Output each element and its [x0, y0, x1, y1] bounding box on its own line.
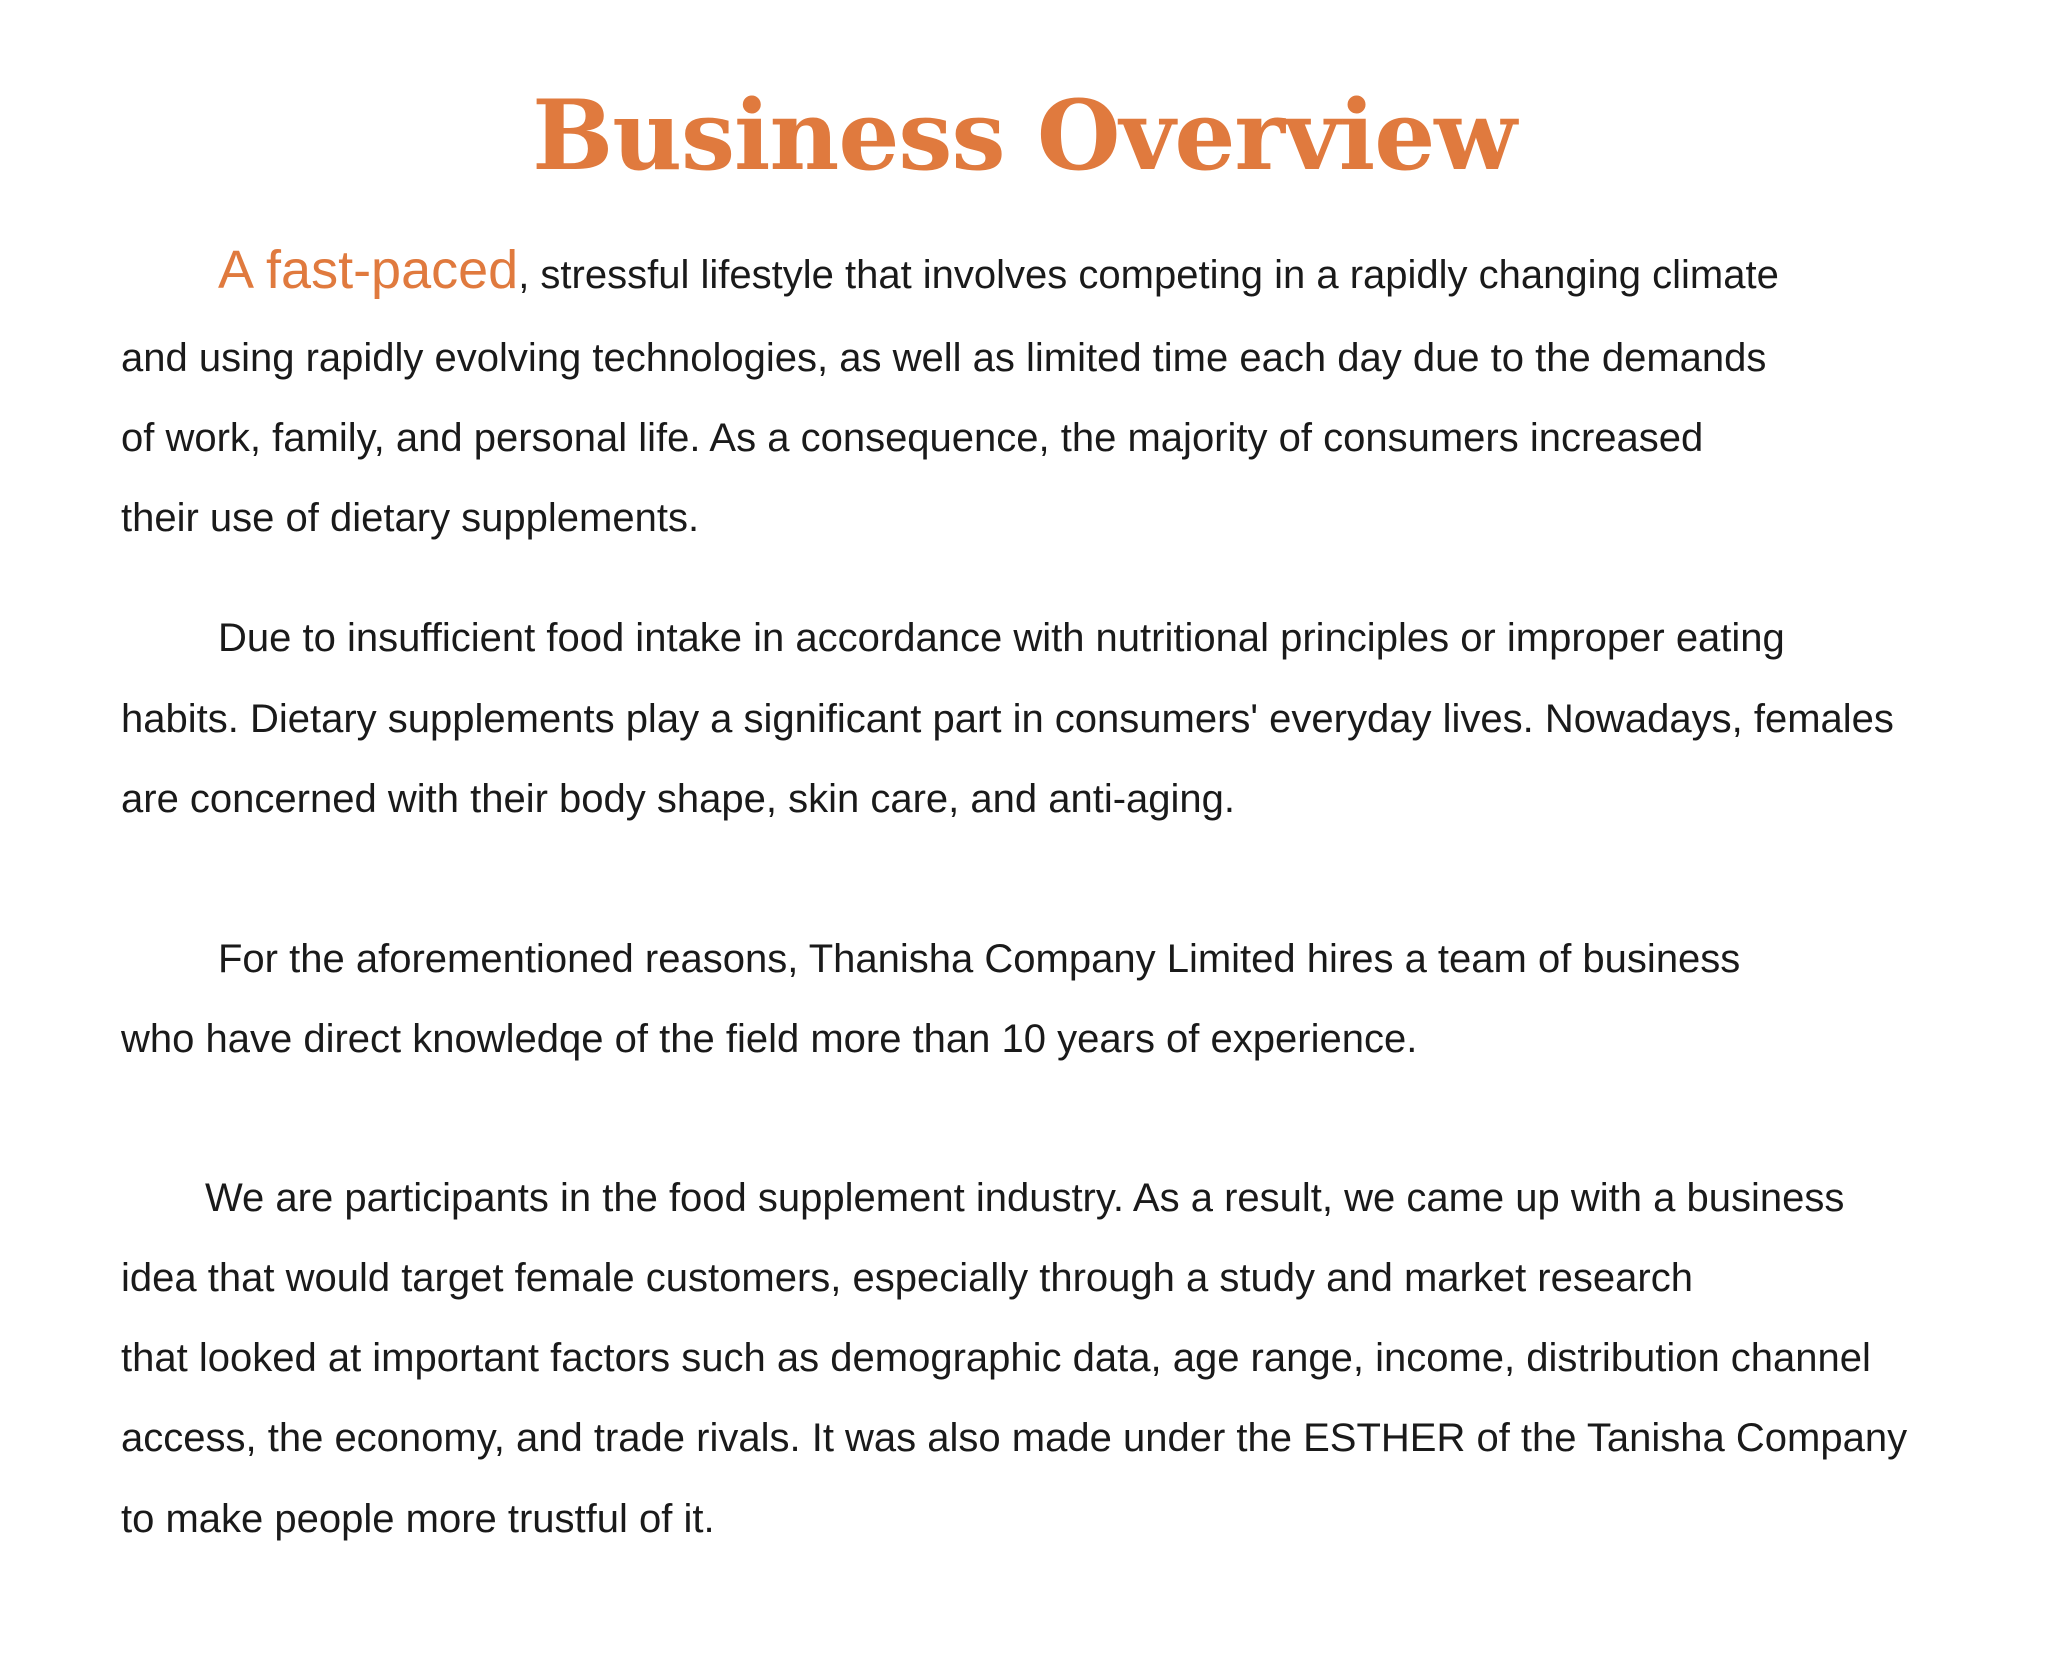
paragraph-2-line-1: Due to insufficient food intake in accor…: [218, 616, 1785, 660]
paragraph-4-line-4: access, the economy, and trade rivals. I…: [121, 1416, 1908, 1460]
paragraph-4-line-5: to make people more trustful of it.: [121, 1497, 715, 1541]
paragraph-3-line-1: For the aforementioned reasons, Thanisha…: [218, 937, 1741, 981]
paragraph-3-line-2: who have direct knowledqe of the field m…: [121, 1017, 1418, 1061]
document-page: Business Overview A fast-paced, stressfu…: [0, 0, 2048, 1654]
paragraph-1-line-1: A fast-paced, stressful lifestyle that i…: [218, 243, 1779, 297]
page-title: Business Overview: [532, 79, 1517, 192]
paragraph-4-line-3: that looked at important factors such as…: [121, 1336, 1871, 1380]
paragraph-1-line-3: of work, family, and personal life. As a…: [121, 416, 1704, 460]
paragraph-2-line-2: habits. Dietary supplements play a signi…: [121, 697, 1894, 741]
highlighted-lead-text: A fast-paced: [218, 240, 519, 300]
paragraph-4-line-1: We are participants in the food suppleme…: [205, 1176, 1845, 1220]
paragraph-1-line-2: and using rapidly evolving technologies,…: [121, 336, 1767, 380]
paragraph-2-line-3: are concerned with their body shape, ski…: [121, 777, 1236, 821]
paragraph-1-line-1-text: , stressful lifestyle that involves comp…: [518, 253, 1779, 297]
paragraph-1-line-4: their use of dietary supplements.: [121, 496, 700, 540]
paragraph-4-line-2: idea that would target female customers,…: [121, 1256, 1693, 1300]
